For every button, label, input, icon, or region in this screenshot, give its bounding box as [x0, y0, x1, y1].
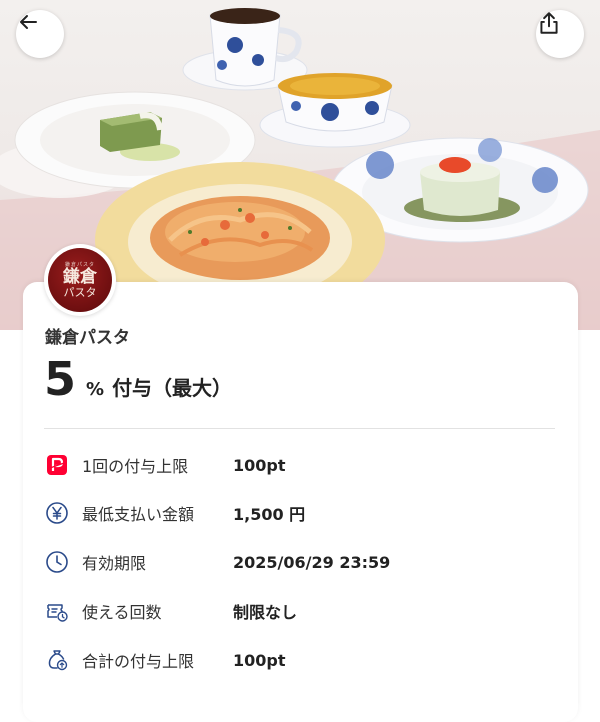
detail-value: 100pt [233, 650, 286, 670]
detail-label: 1回の付与上限 [82, 457, 189, 476]
detail-row-usage-count: 使える回数 制限なし [44, 596, 297, 626]
detail-value: 100pt [233, 455, 286, 475]
reward-label: 付与（最大） [112, 376, 233, 400]
detail-row-per-use-limit: 1回の付与上限 100pt [44, 450, 286, 480]
back-button[interactable] [16, 10, 64, 58]
store-name: 鎌倉パスタ [45, 328, 130, 348]
detail-value: 2025/06/29 23:59 [233, 552, 391, 572]
share-button[interactable] [536, 10, 584, 58]
clock-icon [44, 549, 70, 575]
detail-label: 使える回数 [82, 603, 162, 622]
detail-label: 有効期限 [82, 554, 147, 573]
detail-row-expiry: 有効期限 2025/06/29 23:59 [44, 547, 390, 577]
detail-row-min-payment: 最低支払い金額 1,500 円 [44, 498, 305, 528]
detail-value: 1,500 円 [233, 505, 306, 524]
store-logo: 鎌倉パスタ 鎌倉 パスタ [44, 244, 116, 316]
coin-bag-icon [44, 647, 70, 673]
logo-sub-text: パスタ [63, 286, 97, 299]
detail-row-total-limit: 合計の付与上限 100pt [44, 645, 286, 675]
logo-small-text: 鎌倉パスタ [64, 262, 95, 268]
reward-rate-number: 5 [44, 352, 77, 406]
detail-label: 最低支払い金額 [82, 505, 195, 524]
share-icon [540, 12, 558, 34]
detail-label: 合計の付与上限 [82, 652, 195, 671]
store-logo-emblem: 鎌倉パスタ 鎌倉 パスタ [48, 248, 112, 312]
logo-main-text: 鎌倉 [63, 267, 97, 287]
divider [44, 428, 555, 429]
reward-rate: 5 % 付与（最大） [44, 352, 232, 406]
reward-percent-symbol: % [86, 379, 105, 400]
usage-count-icon [44, 598, 70, 624]
yen-icon [44, 500, 70, 526]
detail-value: 制限なし [233, 603, 298, 622]
paypay-icon [44, 452, 70, 478]
back-arrow-icon [20, 15, 37, 29]
